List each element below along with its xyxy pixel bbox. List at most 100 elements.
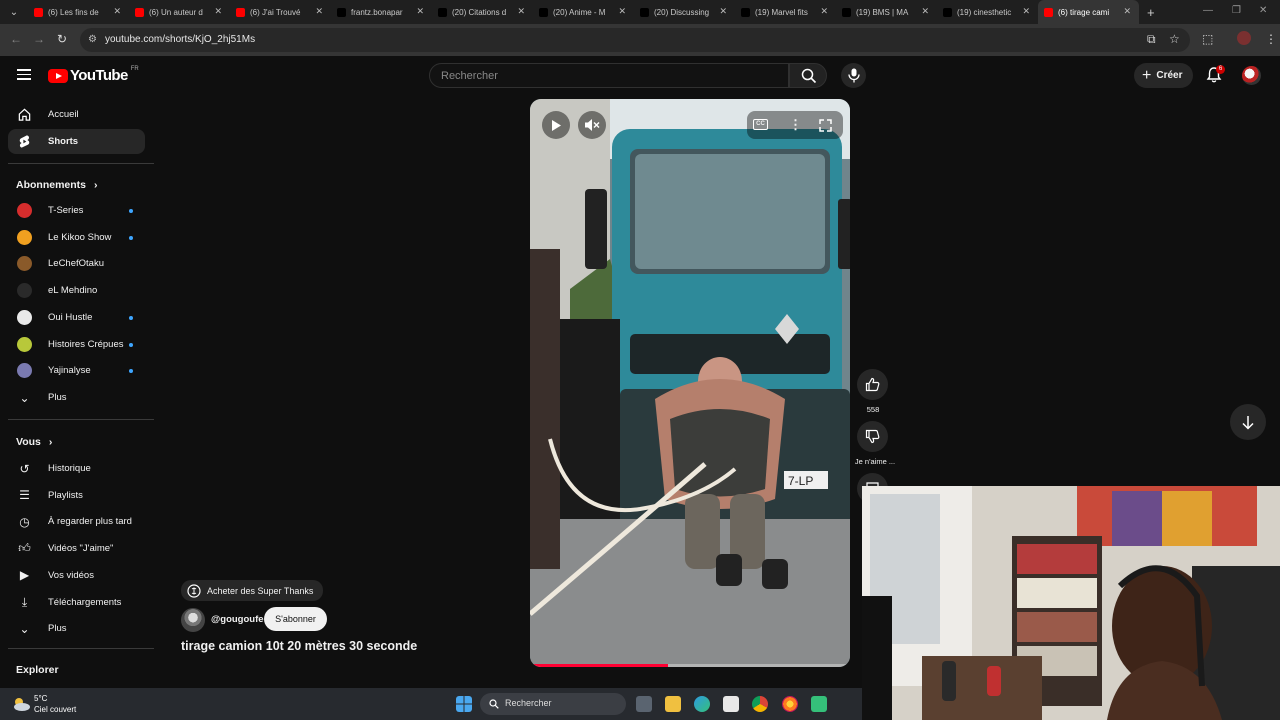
profile-avatar[interactable] bbox=[1237, 31, 1251, 45]
sidebar-item-label: eL Mehdino bbox=[48, 285, 98, 297]
close-tab-icon[interactable]: ✕ bbox=[113, 6, 121, 17]
close-tab-icon[interactable]: ✕ bbox=[820, 6, 828, 17]
new-tab-button[interactable]: + bbox=[1147, 5, 1155, 20]
hamburger-menu-icon[interactable] bbox=[17, 69, 31, 80]
cloudy-weather-icon[interactable] bbox=[11, 696, 31, 712]
fullscreen-icon[interactable] bbox=[819, 119, 832, 132]
browser-tab[interactable]: (6) J'ai Trouvé ✕ bbox=[230, 0, 331, 24]
sidebar-item-label: Playlists bbox=[48, 489, 83, 501]
create-button[interactable]: + Créer bbox=[1134, 63, 1193, 88]
super-thanks-button[interactable]: Acheter des Super Thanks bbox=[181, 580, 324, 601]
you-heading[interactable]: Vous › bbox=[16, 436, 52, 448]
browser-tab[interactable]: (19) BMS | MA ✕ bbox=[836, 0, 937, 24]
youtube-icon bbox=[236, 7, 245, 17]
youtube-icon bbox=[135, 7, 144, 17]
windows-start-icon[interactable] bbox=[456, 696, 472, 712]
search-input[interactable]: Rechercher bbox=[429, 63, 789, 88]
browser-tab[interactable]: (19) cinesthetic ✕ bbox=[937, 0, 1038, 24]
maximize-icon[interactable]: ❐ bbox=[1232, 5, 1241, 16]
dislike-label: Je n'aime ... bbox=[854, 457, 896, 466]
chrome-icon[interactable] bbox=[752, 696, 768, 712]
subscriptions-heading[interactable]: Abonnements › bbox=[16, 179, 97, 191]
browser-tab[interactable]: (20) Citations d ✕ bbox=[432, 0, 533, 24]
sidebar-item-channel[interactable]: LeChefOtaku bbox=[8, 251, 145, 276]
cast-icon[interactable]: ⧉ bbox=[1147, 32, 1156, 47]
reload-icon[interactable]: ↻ bbox=[57, 32, 67, 46]
sidebar-item-label: Historique bbox=[48, 463, 91, 474]
channel-name[interactable]: @gougoufe bbox=[211, 614, 264, 625]
tab-search-icon[interactable]: ⌄ bbox=[0, 7, 28, 18]
url-field[interactable]: ⚙ youtube.com/shorts/KjO_2hj51Ms bbox=[80, 28, 1190, 52]
sidebar-item-label: LeChefOtaku bbox=[48, 258, 104, 270]
back-icon[interactable]: ← bbox=[10, 32, 22, 46]
sidebar-item-you[interactable]: ↺ Historique bbox=[8, 456, 145, 481]
next-short-button[interactable] bbox=[1230, 404, 1266, 440]
sidebar-item-channel[interactable]: Histoires Crépues bbox=[8, 332, 145, 357]
youtube-logo[interactable]: YouTube FR bbox=[48, 66, 139, 84]
forward-icon[interactable]: → bbox=[33, 32, 45, 46]
bookmark-star-icon[interactable]: ☆ bbox=[1169, 32, 1180, 46]
site-info-icon[interactable]: ⚙ bbox=[88, 34, 97, 45]
closed-captions-icon[interactable]: CC bbox=[753, 119, 768, 130]
channel-avatar[interactable] bbox=[181, 608, 205, 632]
close-tab-icon[interactable]: ✕ bbox=[517, 6, 525, 17]
like-button[interactable] bbox=[857, 369, 888, 400]
dislike-button[interactable] bbox=[857, 421, 888, 452]
sidebar-item-you[interactable]: 👍︎ Vidéos "J'aime" bbox=[8, 536, 145, 561]
sidebar-item-you[interactable]: ⤓ Téléchargements bbox=[8, 590, 145, 615]
user-avatar[interactable] bbox=[1242, 66, 1261, 85]
thumbs-up-icon bbox=[865, 377, 880, 392]
browser-tab[interactable]: (19) Marvel fits ✕ bbox=[735, 0, 836, 24]
browser-tab[interactable]: frantz.bonapar ✕ bbox=[331, 0, 432, 24]
sidebar-item-you[interactable]: ☰ Playlists bbox=[8, 483, 145, 508]
task-view-icon[interactable] bbox=[636, 696, 652, 712]
close-tab-icon[interactable]: ✕ bbox=[618, 6, 626, 17]
sidebar-item-channel[interactable]: Le Kikoo Show bbox=[8, 225, 145, 250]
mute-button[interactable] bbox=[578, 111, 606, 139]
sidebar-item-channel[interactable]: Oui Hustle bbox=[8, 305, 145, 330]
close-tab-icon[interactable]: ✕ bbox=[214, 6, 222, 17]
more-options-icon[interactable]: ⋮ bbox=[789, 117, 802, 133]
close-tab-icon[interactable]: ✕ bbox=[1123, 6, 1131, 17]
sidebar-divider bbox=[8, 648, 154, 649]
x-icon bbox=[438, 7, 447, 17]
app-icon[interactable] bbox=[811, 696, 827, 712]
firefox-icon[interactable] bbox=[782, 696, 798, 712]
edge-icon[interactable] bbox=[694, 696, 710, 712]
sidebar-item-shorts[interactable]: Shorts bbox=[8, 129, 145, 154]
taskbar-search[interactable]: Rechercher bbox=[480, 693, 626, 715]
browser-tab[interactable]: (6) Un auteur d ✕ bbox=[129, 0, 230, 24]
store-icon[interactable] bbox=[723, 696, 739, 712]
search-button[interactable] bbox=[789, 63, 827, 88]
sidebar-item-you[interactable]: ▶ Vos vidéos bbox=[8, 563, 145, 588]
close-tab-icon[interactable]: ✕ bbox=[315, 6, 323, 17]
close-tab-icon[interactable]: ✕ bbox=[416, 6, 424, 17]
sidebar-item-channel[interactable]: eL Mehdino bbox=[8, 278, 145, 303]
file-explorer-icon[interactable] bbox=[665, 696, 681, 712]
shorts-video-player[interactable]: 7-LP CC ⋮ bbox=[530, 99, 850, 667]
browser-menu-icon[interactable]: ⋮ bbox=[1265, 32, 1277, 46]
close-tab-icon[interactable]: ✕ bbox=[1022, 6, 1030, 17]
search-icon bbox=[801, 68, 817, 84]
browser-tab[interactable]: (6) tirage cami ✕ bbox=[1038, 0, 1139, 24]
play-button[interactable] bbox=[542, 111, 570, 139]
sidebar-item-home[interactable]: Accueil bbox=[8, 102, 145, 127]
sidebar-item-you[interactable]: ⌄ Plus bbox=[8, 616, 145, 641]
sidebar-item-channel[interactable]: T-Series bbox=[8, 198, 145, 223]
close-tab-icon[interactable]: ✕ bbox=[719, 6, 727, 17]
progress-bar bbox=[530, 664, 668, 667]
subscribe-button[interactable]: S'abonner bbox=[264, 607, 327, 631]
sidebar-item-channel[interactable]: Yajinalyse bbox=[8, 358, 145, 383]
browser-tab[interactable]: (20) Discussing ✕ bbox=[634, 0, 735, 24]
notification-count-badge: 6 bbox=[1216, 65, 1225, 74]
voice-search-button[interactable] bbox=[841, 63, 866, 88]
close-tab-icon[interactable]: ✕ bbox=[921, 6, 929, 17]
close-window-icon[interactable]: ✕ bbox=[1259, 5, 1267, 16]
minimize-icon[interactable]: — bbox=[1203, 5, 1213, 16]
sidebar-item-you[interactable]: ◷ À regarder plus tard bbox=[8, 509, 145, 534]
extensions-icon[interactable]: ⬚ bbox=[1202, 32, 1213, 46]
browser-tab[interactable]: (20) Anime - M ✕ bbox=[533, 0, 634, 24]
browser-tab[interactable]: (6) Les fins de ✕ bbox=[28, 0, 129, 24]
short-title[interactable]: tirage camion 10t 20 mètres 30 seconde bbox=[181, 639, 417, 653]
sidebar-item-more-subscriptions[interactable]: ⌄ Plus bbox=[8, 385, 145, 410]
